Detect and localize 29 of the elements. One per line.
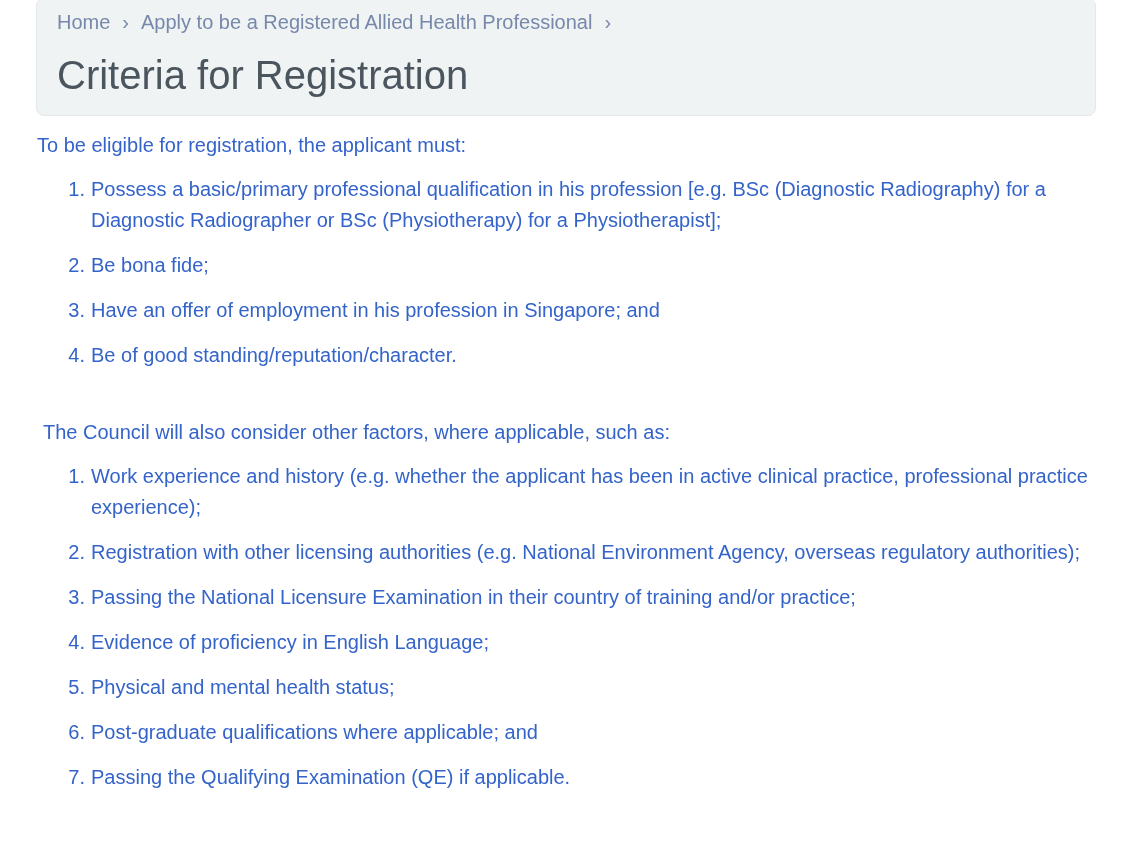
page-title: Criteria for Registration: [57, 53, 470, 97]
breadcrumb-link[interactable]: Apply to be a Registered Allied Health Professional: [141, 9, 593, 35]
breadcrumb-separator: ›: [122, 10, 130, 35]
breadcrumb-link[interactable]: Home: [57, 9, 111, 35]
list-item-text: Be of good standing/reputation/character.: [91, 343, 457, 368]
list-item-text: Registration with other licensing authorities (e.g. National Environment Agency, overseas regulatory authorities);: [91, 540, 1081, 565]
list-item-text: Have an offer of employment in his profession in Singapore; and: [91, 298, 660, 323]
list-item-text: Passing the Qualifying Examination (QE) if applicable.: [91, 765, 571, 790]
list-number: 2.: [67, 540, 86, 565]
list-number: 5.: [67, 675, 86, 700]
list-item-text: Be bona fide;: [91, 253, 209, 278]
list-item-text: Post-graduate qualifications where applicable; and: [91, 720, 538, 745]
intro-text: To be eligible for registration, the applicant must:: [37, 133, 468, 157]
breadcrumb-separator: ›: [604, 10, 612, 35]
list-number: 1.: [67, 177, 86, 202]
list-item-text: Evidence of proficiency in English Language;: [91, 630, 490, 655]
list-item-text: Physical and mental health status;: [91, 675, 395, 700]
list-number: 2.: [67, 253, 86, 278]
list-item-text: Work experience and history (e.g. whether the applicant has been in active clinical practice, professional practice experience);: [91, 464, 1089, 520]
list-number: 3.: [67, 298, 86, 323]
list-item-text: Passing the National Licensure Examination in their country of training and/or practice;: [91, 585, 856, 610]
list-number: 4.: [67, 630, 86, 655]
list-number: 1.: [67, 464, 86, 489]
intro-text: The Council will also consider other factors, where applicable, such as:: [42, 420, 671, 444]
list-number: 7.: [67, 765, 86, 790]
list-number: 3.: [67, 585, 86, 610]
list-number: 6.: [67, 720, 86, 745]
list-number: 4.: [67, 343, 86, 368]
list-item-text: Possess a basic/primary professional qualification in his profession [e.g. BSc (Diagnostic Radiography) for a Diagnostic Radiographer or BSc (Physiotherapy) for a Physiotherapist];: [91, 177, 1047, 233]
